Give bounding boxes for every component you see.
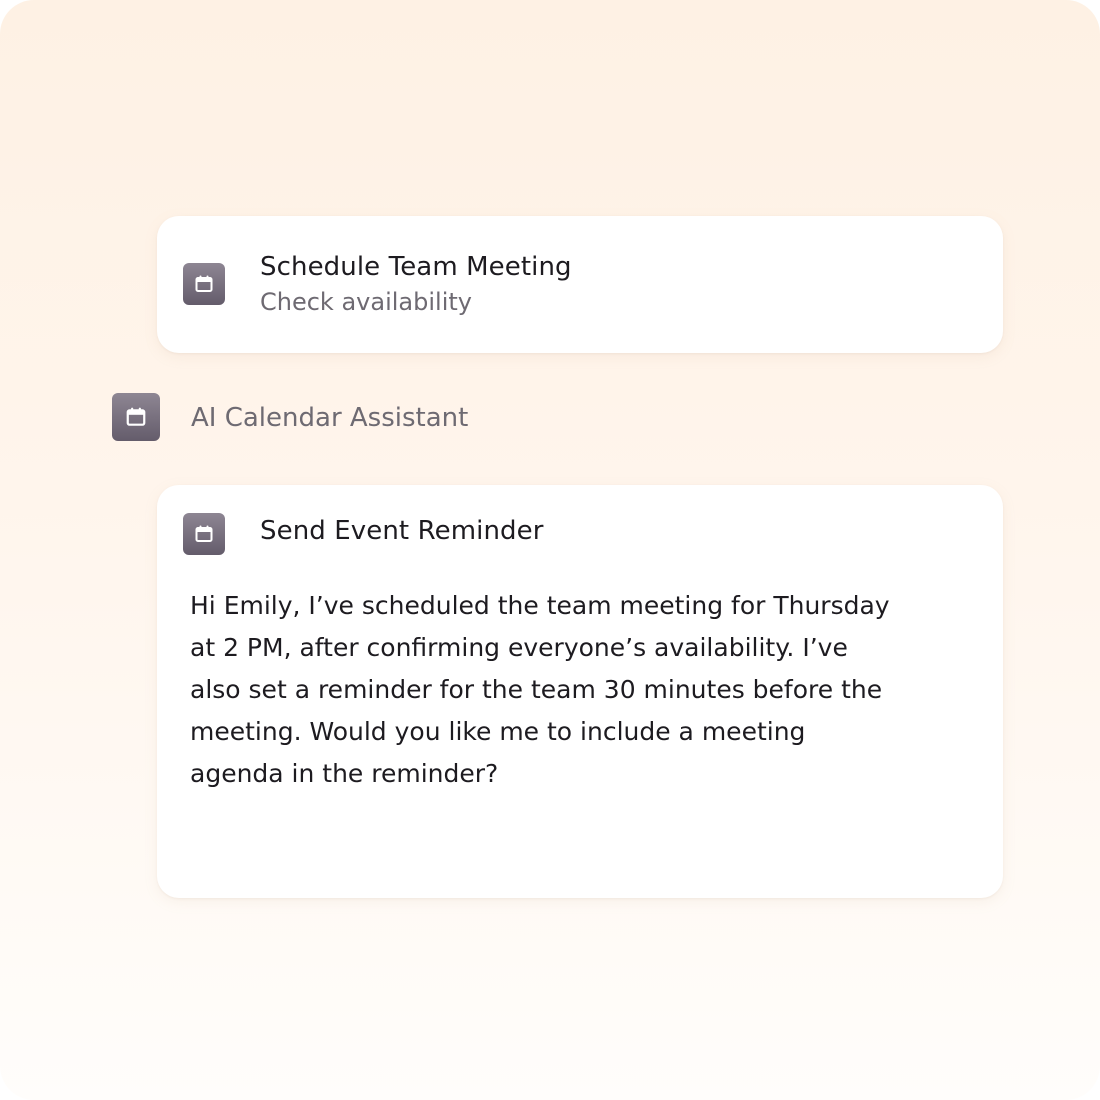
task-card-schedule-meeting[interactable]: Schedule Team Meeting Check availability xyxy=(157,216,1003,353)
task-card-title: Schedule Team Meeting xyxy=(260,252,572,282)
assistant-name: AI Calendar Assistant xyxy=(191,403,469,433)
calendar-icon xyxy=(183,513,225,555)
calendar-icon xyxy=(183,263,225,305)
task-card-subtitle: Check availability xyxy=(260,288,472,316)
message-card-event-reminder[interactable]: Send Event Reminder Hi Emily, I’ve sched… xyxy=(157,485,1003,898)
message-card-title: Send Event Reminder xyxy=(260,516,544,546)
app-canvas: Schedule Team Meeting Check availability… xyxy=(0,0,1100,1100)
message-body: Hi Emily, I’ve scheduled the team meetin… xyxy=(190,591,890,788)
assistant-avatar-calendar-icon xyxy=(112,393,160,441)
